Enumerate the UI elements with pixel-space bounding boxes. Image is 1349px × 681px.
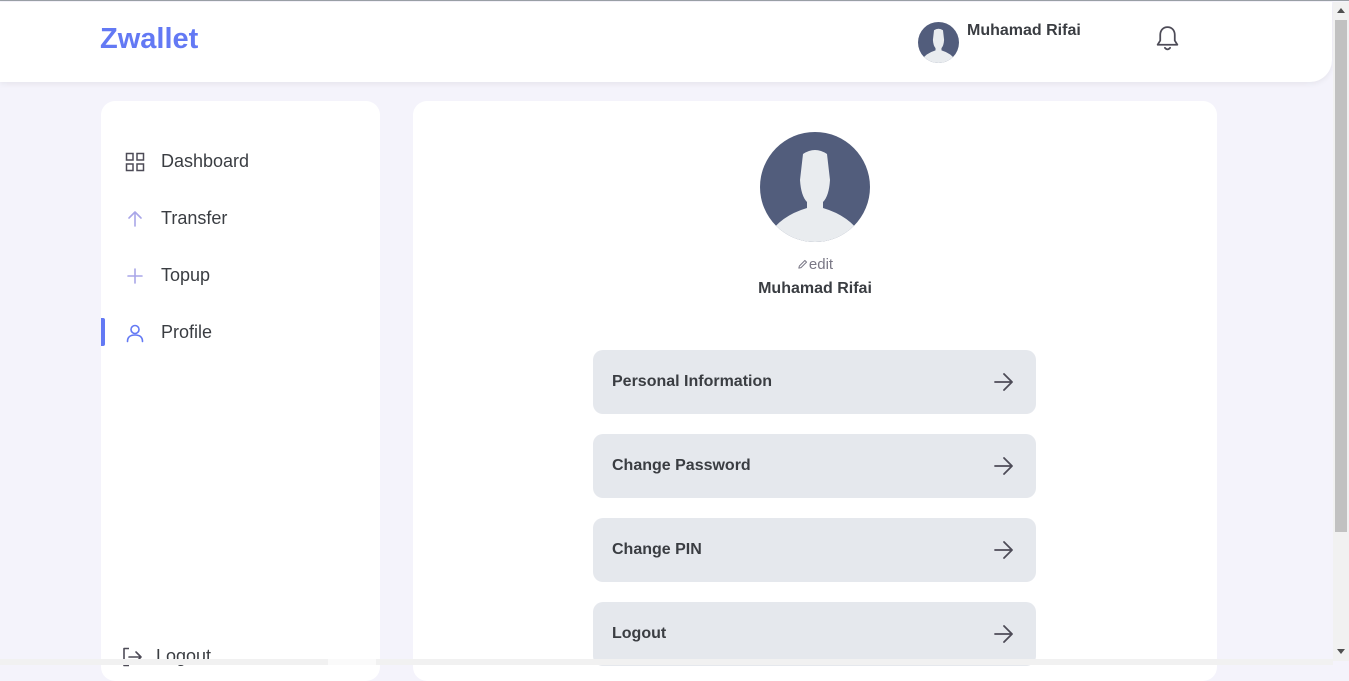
plus-icon bbox=[127, 268, 143, 284]
sidebar-item-label: Topup bbox=[161, 265, 211, 285]
user-icon bbox=[126, 324, 144, 343]
logout-button[interactable]: Logout bbox=[593, 602, 1036, 666]
sidebar-item-dashboard[interactable]: Dashboard bbox=[101, 142, 380, 182]
window-top-border bbox=[0, 0, 1349, 1]
sidebar-logout[interactable]: Logout bbox=[121, 642, 321, 672]
profile-avatar[interactable] bbox=[760, 132, 870, 242]
change-pin-button[interactable]: Change PIN bbox=[593, 518, 1036, 582]
header-user-name[interactable]: Muhamad Rifai bbox=[967, 22, 1081, 40]
sidebar: Dashboard Transfer Topup Profile Logout bbox=[101, 101, 380, 681]
arrow-right-icon bbox=[994, 373, 1013, 391]
avatar-silhouette-icon bbox=[760, 132, 870, 242]
profile-name: Muhamad Rifai bbox=[758, 280, 872, 297]
vertical-scrollbar[interactable] bbox=[1333, 2, 1349, 661]
horizontal-scrollbar-thumb[interactable] bbox=[328, 659, 376, 665]
edit-profile-link[interactable]: edit bbox=[413, 256, 1217, 273]
arrow-right-icon bbox=[994, 541, 1013, 559]
sidebar-item-profile[interactable]: Profile bbox=[101, 313, 380, 353]
arrow-up-icon bbox=[128, 211, 142, 227]
pencil-icon bbox=[798, 259, 807, 269]
sidebar-item-topup[interactable]: Topup bbox=[101, 256, 380, 296]
change-password-button[interactable]: Change Password bbox=[593, 434, 1036, 498]
top-header: Zwallet Muhamad Rifai bbox=[0, 2, 1332, 82]
avatar-silhouette-icon bbox=[918, 22, 959, 63]
menu-label: Personal Information bbox=[612, 373, 773, 390]
arrow-right-icon bbox=[994, 457, 1013, 475]
scroll-up-arrow-icon[interactable] bbox=[1337, 7, 1345, 15]
grid-icon bbox=[125, 152, 145, 172]
bell-icon[interactable] bbox=[1155, 25, 1180, 52]
sidebar-item-label: Transfer bbox=[161, 208, 228, 228]
scrollbar-thumb[interactable] bbox=[1335, 20, 1347, 532]
sidebar-item-label: Profile bbox=[161, 322, 213, 342]
menu-label: Logout bbox=[612, 625, 667, 642]
arrow-right-icon bbox=[994, 625, 1013, 643]
app-logo[interactable]: Zwallet bbox=[100, 23, 198, 56]
menu-label: Change Password bbox=[612, 457, 751, 474]
edit-label: edit bbox=[808, 256, 834, 273]
sidebar-item-label: Dashboard bbox=[161, 151, 250, 171]
menu-label: Change PIN bbox=[612, 541, 702, 558]
header-avatar[interactable] bbox=[918, 22, 959, 63]
scroll-down-arrow-icon[interactable] bbox=[1337, 647, 1345, 655]
sidebar-item-transfer[interactable]: Transfer bbox=[101, 199, 380, 239]
profile-card: edit Muhamad Rifai Personal Information … bbox=[413, 101, 1217, 681]
horizontal-scrollbar[interactable] bbox=[0, 659, 1333, 665]
active-indicator bbox=[101, 318, 105, 346]
personal-information-button[interactable]: Personal Information bbox=[593, 350, 1036, 414]
